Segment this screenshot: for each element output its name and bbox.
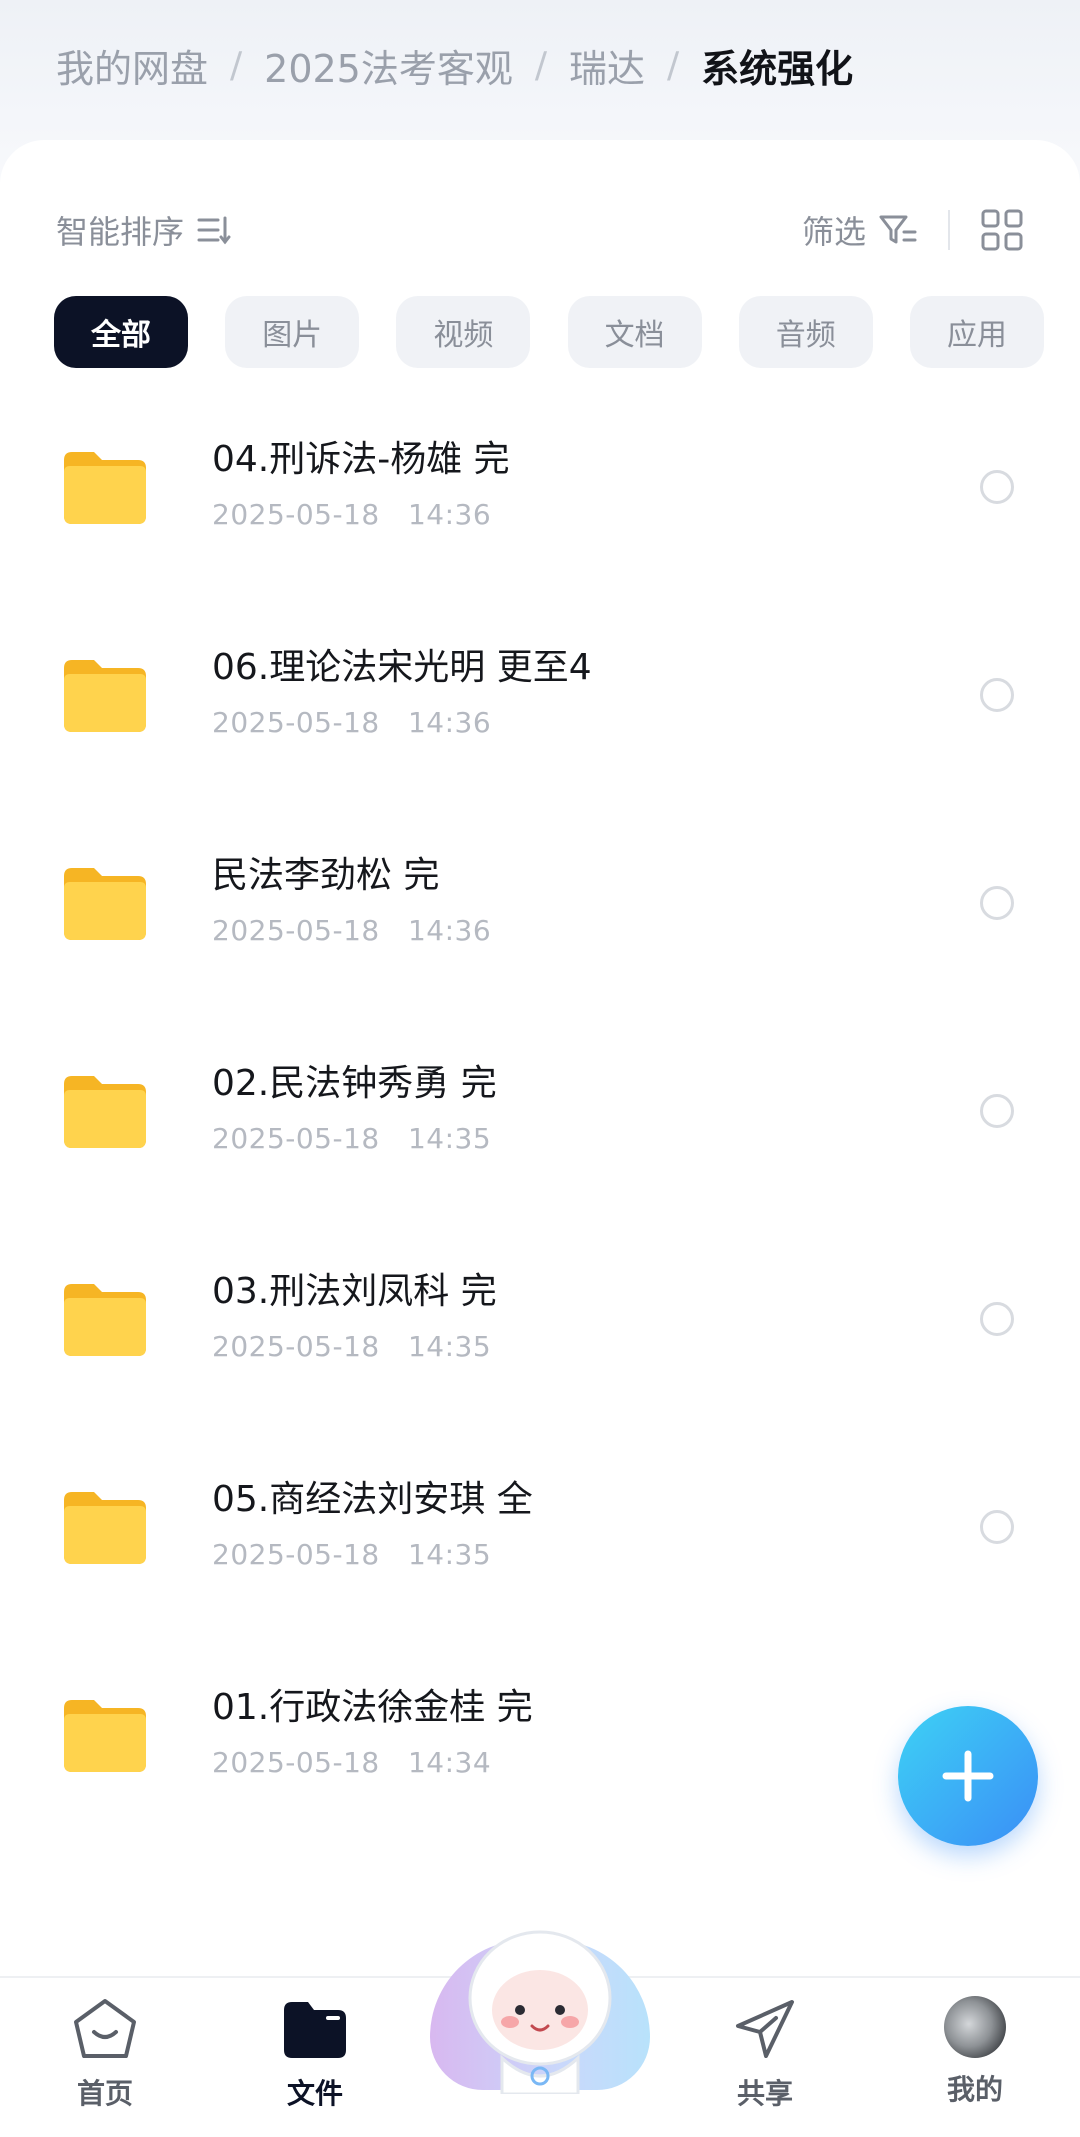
share-icon	[736, 2000, 794, 2058]
file-date-time: 14:35	[407, 1538, 492, 1571]
chip-images[interactable]: 图片	[225, 296, 360, 368]
file-date: 2025-05-18 14:36	[212, 914, 491, 947]
breadcrumb-item-ruida[interactable]: 瑞达	[569, 38, 645, 93]
file-name: 01.行政法徐金桂 完	[212, 1687, 533, 1728]
right-tools: 筛选	[802, 207, 1024, 253]
file-name: 05.商经法刘安琪 全	[212, 1479, 533, 1520]
files-icon	[284, 2002, 346, 2058]
nav-mine[interactable]: 我的	[900, 1996, 1050, 2108]
nav-files-label: 文件	[286, 2077, 343, 2110]
chip-all[interactable]: 全部	[54, 296, 188, 368]
breadcrumb-separator: /	[230, 45, 243, 86]
breadcrumb-separator: /	[667, 45, 680, 86]
chip-audio[interactable]: 音频	[738, 296, 873, 368]
file-row[interactable]: 民法李劲松 完 2025-05-18 14:36	[0, 818, 1080, 1026]
file-date-day: 2025-05-18	[212, 1330, 380, 1363]
file-date-day: 2025-05-18	[212, 706, 380, 739]
file-date: 2025-05-18 14:36	[212, 498, 491, 531]
select-checkbox[interactable]	[980, 678, 1014, 712]
nav-home[interactable]: 首页	[30, 1996, 180, 2112]
file-row[interactable]: 05.商经法刘安琪 全 2025-05-18 14:35	[0, 1442, 1080, 1650]
sort-icon	[197, 216, 231, 245]
nav-share-label: 共享	[736, 2077, 793, 2110]
file-date-time: 14:36	[407, 706, 492, 739]
filter-button[interactable]: 筛选	[802, 207, 918, 253]
breadcrumb-separator: /	[534, 45, 548, 86]
sort-label: 智能排序	[56, 213, 185, 251]
file-date-time: 14:34	[407, 1746, 492, 1779]
breadcrumb-item-2025[interactable]: 2025法考客观	[264, 38, 513, 93]
nav-mine-label: 我的	[946, 2073, 1003, 2106]
file-name: 民法李劲松 完	[212, 855, 440, 896]
select-checkbox[interactable]	[980, 1510, 1014, 1544]
file-date: 2025-05-18 14:34	[212, 1746, 491, 1779]
filter-label: 筛选	[801, 213, 866, 251]
toolbar-divider	[948, 210, 950, 250]
folder-icon	[64, 660, 146, 732]
folder-icon	[64, 452, 146, 524]
file-row[interactable]: 06.理论法宋光明 更至4 2025-05-18 14:36	[0, 610, 1080, 818]
file-name: 06.理论法宋光明 更至4	[212, 647, 592, 688]
avatar	[944, 1996, 1006, 2058]
file-date-time: 14:35	[407, 1122, 492, 1155]
file-name: 04.刑诉法-杨雄 完	[212, 439, 510, 480]
folder-icon	[64, 1284, 146, 1356]
filter-icon	[879, 215, 917, 244]
screen: 我的网盘 / 2025法考客观 / 瑞达 / 系统强化 智能排序 筛选 全部 图…	[0, 0, 1080, 2137]
file-date-day: 2025-05-18	[212, 914, 380, 947]
file-date: 2025-05-18 14:35	[212, 1538, 491, 1571]
sort-button[interactable]: 智能排序	[56, 207, 232, 253]
select-checkbox[interactable]	[980, 1094, 1014, 1128]
grid-view-icon[interactable]	[980, 208, 1024, 252]
folder-icon	[64, 1492, 146, 1564]
toolbar: 智能排序 筛选	[56, 200, 1024, 260]
nav-files[interactable]: 文件	[240, 1996, 390, 2112]
file-date: 2025-05-18 14:36	[212, 706, 491, 739]
breadcrumb-current: 系统强化	[701, 47, 854, 91]
file-date-time: 14:35	[407, 1330, 492, 1363]
nav-home-label: 首页	[76, 2077, 133, 2110]
file-date: 2025-05-18 14:35	[212, 1330, 491, 1363]
file-panel: 智能排序 筛选 全部 图片 视频 文档 音频 应用 04.刑诉法-杨雄 完 20…	[0, 140, 1080, 1980]
chip-apps[interactable]: 应用	[909, 296, 1044, 368]
home-icon	[74, 1999, 136, 2058]
folder-icon	[64, 1700, 146, 1772]
nav-share[interactable]: 共享	[690, 1996, 840, 2112]
file-row[interactable]: 04.刑诉法-杨雄 完 2025-05-18 14:36	[0, 402, 1080, 610]
file-date-day: 2025-05-18	[212, 498, 380, 531]
select-checkbox[interactable]	[980, 1302, 1014, 1336]
select-checkbox[interactable]	[980, 470, 1014, 504]
file-date-time: 14:36	[407, 498, 492, 531]
select-checkbox[interactable]	[980, 886, 1014, 920]
chip-documents[interactable]: 文档	[567, 296, 702, 368]
category-chips: 全部 图片 视频 文档 音频 应用	[54, 296, 1044, 368]
file-date: 2025-05-18 14:35	[212, 1122, 491, 1155]
file-date-day: 2025-05-18	[212, 1538, 380, 1571]
chip-videos[interactable]: 视频	[396, 296, 531, 368]
file-name: 02.民法钟秀勇 完	[212, 1063, 497, 1104]
file-row[interactable]: 02.民法钟秀勇 完 2025-05-18 14:35	[0, 1026, 1080, 1234]
file-list: 04.刑诉法-杨雄 完 2025-05-18 14:36 06.理论法宋光明 更…	[0, 402, 1080, 1858]
file-row[interactable]: 03.刑法刘凤科 完 2025-05-18 14:35	[0, 1234, 1080, 1442]
folder-icon	[64, 868, 146, 940]
file-date-day: 2025-05-18	[212, 1746, 380, 1779]
file-date-time: 14:36	[407, 914, 492, 947]
breadcrumb-item-home[interactable]: 我的网盘	[56, 38, 208, 93]
add-button[interactable]	[898, 1706, 1038, 1846]
file-name: 03.刑法刘凤科 完	[212, 1271, 497, 1312]
plus-icon	[942, 1750, 994, 1802]
file-date-day: 2025-05-18	[212, 1122, 380, 1155]
folder-icon	[64, 1076, 146, 1148]
mascot-icon[interactable]	[452, 1918, 628, 2094]
breadcrumb: 我的网盘 / 2025法考客观 / 瑞达 / 系统强化	[56, 38, 853, 93]
